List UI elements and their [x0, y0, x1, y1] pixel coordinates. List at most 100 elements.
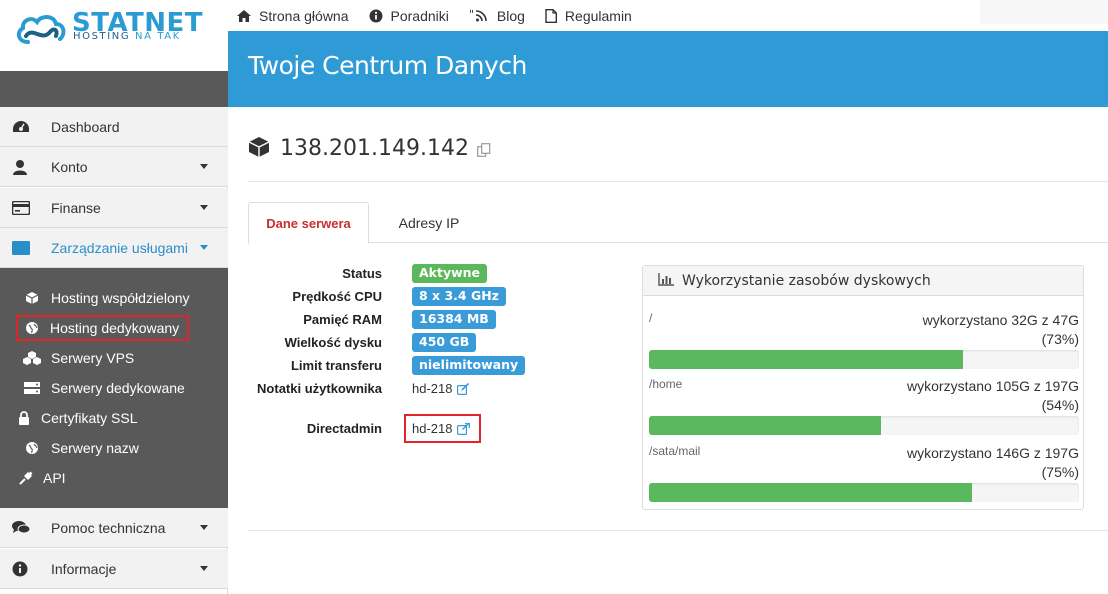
tab-adresy-ip[interactable]: Adresy IP [374, 202, 484, 244]
submenu-item-label: Serwery VPS [51, 350, 135, 366]
top-navigation: Strona główna Poradniki " Blog Regulamin [228, 0, 1108, 31]
panel-header: Wykorzystanie zasobów dyskowych [643, 266, 1083, 296]
info-circle-icon [369, 9, 383, 23]
sidebar-item-pomoc-techniczna[interactable]: Pomoc techniczna [0, 508, 228, 548]
server-icon [22, 382, 42, 394]
detail-row-disk: Wielkość dysku 450 GB [248, 333, 638, 352]
svg-text:": " [469, 9, 474, 21]
disk-progress-bar [649, 416, 1079, 435]
cube-icon [248, 136, 270, 161]
cpu-badge: 8 x 3.4 GHz [412, 287, 506, 306]
brand-tagline: HOSTING NA TAK [73, 31, 181, 42]
sidebar-item-zarzadzanie-uslugami[interactable]: Zarządzanie usługami [0, 228, 228, 268]
submenu-item-label: Hosting dedykowany [50, 320, 180, 336]
lock-icon [14, 411, 34, 425]
globe-icon [22, 321, 42, 335]
nav-link-regulamin[interactable]: Regulamin [545, 8, 632, 24]
tab-dane-serwera[interactable]: Dane serwera [248, 202, 369, 244]
user-icon [12, 159, 36, 175]
disk-usage-panel: Wykorzystanie zasobów dyskowych / wykorzy… [642, 265, 1084, 510]
submenu-item-certyfikaty-ssl[interactable]: Certyfikaty SSL [0, 406, 228, 430]
disk-usage-text: wykorzystano 105G z 197G (54%) [907, 377, 1079, 415]
nav-link-poradniki[interactable]: Poradniki [369, 8, 449, 24]
detail-row-ram: Pamięć RAM 16384 MB [248, 310, 638, 329]
detail-label: Notatki użytkownika [257, 381, 382, 396]
page-banner: Twoje Centrum Danych [228, 31, 1108, 107]
submenu-item-serwery-nazw[interactable]: Serwery nazw [0, 436, 228, 460]
sidebar-item-konto[interactable]: Konto [0, 147, 228, 187]
detail-label: Pamięć RAM [303, 312, 382, 327]
sidebar-band [0, 71, 228, 107]
detail-row-notes: Notatki użytkownika hd-218 [248, 380, 638, 397]
disk-usage-amount: wykorzystano 105G z 197G [907, 378, 1079, 394]
status-badge: Aktywne [412, 264, 488, 283]
divider [248, 530, 1108, 531]
globe-icon [22, 441, 42, 455]
sidebar-item-label: Finanse [51, 199, 101, 216]
info-circle-icon [12, 561, 36, 577]
page-title: Twoje Centrum Danych [248, 51, 527, 80]
disk-progress-bar [649, 350, 1079, 369]
disk-usage-percent: (73%) [1041, 331, 1079, 347]
server-tabs: Dane serwera Adresy IP [248, 202, 1108, 244]
disk-usage-text: wykorzystano 32G z 47G (73%) [923, 311, 1079, 349]
server-header: 138.201.149.142 [248, 136, 491, 161]
notes-value: hd-218 [412, 381, 453, 396]
cube-icon [22, 291, 42, 305]
caret-down-icon [200, 525, 208, 530]
sidebar-item-label: Zarządzanie usługami [51, 239, 188, 256]
caret-down-icon [200, 205, 208, 210]
sidebar-item-label: Dashboard [51, 118, 120, 135]
cloud-logo-icon [16, 15, 66, 44]
dashboard-icon [12, 120, 36, 134]
panel-title: Wykorzystanie zasobów dyskowych [682, 272, 931, 289]
logo[interactable]: STATNET HOSTING NA TAK [0, 0, 228, 71]
divider [248, 181, 1108, 182]
detail-label: Prędkość CPU [292, 289, 382, 304]
cubes-icon [22, 351, 42, 365]
services-submenu: Hosting współdzielony Hosting dedykowany… [0, 268, 228, 508]
sidebar-item-label: Informacje [51, 560, 117, 577]
home-icon [237, 9, 251, 22]
submenu-item-label: Serwery dedykowane [51, 380, 185, 396]
submenu-item-label: Serwery nazw [51, 440, 139, 456]
sidebar-item-informacje[interactable]: Informacje [0, 549, 228, 589]
submenu-item-api[interactable]: API [0, 466, 228, 490]
copy-icon[interactable] [477, 143, 491, 160]
disk-usage-amount: wykorzystano 146G z 197G [907, 445, 1079, 461]
edit-icon[interactable] [457, 382, 470, 395]
sidebar-item-dashboard[interactable]: Dashboard [0, 107, 228, 147]
disk-usage-text: wykorzystano 146G z 197G (75%) [907, 444, 1079, 482]
submenu-item-label: Hosting współdzielony [51, 290, 190, 306]
detail-row-transfer: Limit transferu nielimitowany [248, 356, 638, 375]
disk-progress-fill [649, 483, 972, 502]
nav-link-label: Regulamin [564, 7, 632, 24]
detail-row-cpu: Prędkość CPU 8 x 3.4 GHz [248, 287, 638, 306]
directadmin-highlight[interactable] [404, 414, 481, 443]
topnav-right-area [980, 0, 1108, 24]
submenu-item-serwery-dedykowane[interactable]: Serwery dedykowane [0, 376, 228, 400]
rss-icon: " [469, 9, 489, 22]
nav-link-label: Strona główna [259, 7, 349, 24]
detail-label: Limit transferu [290, 358, 382, 373]
disk-path: / [649, 311, 653, 325]
submenu-item-label: API [43, 470, 66, 486]
nav-link-strona-glowna[interactable]: Strona główna [237, 8, 349, 24]
server-ip: 138.201.149.142 [280, 136, 469, 161]
submenu-item-hosting-wspoldzielony[interactable]: Hosting współdzielony [0, 286, 228, 310]
file-icon [545, 8, 557, 23]
credit-card-icon [12, 200, 36, 215]
disk-usage-item: /home wykorzystano 105G z 197G (54%) [649, 377, 1079, 437]
disk-usage-item: /sata/mail wykorzystano 146G z 197G (75%) [649, 444, 1079, 504]
disk-path: /home [649, 377, 683, 391]
sidebar: STATNET HOSTING NA TAK Dashboard Konto F… [0, 0, 228, 594]
disk-progress-fill [649, 416, 882, 435]
submenu-item-serwery-vps[interactable]: Serwery VPS [0, 346, 228, 370]
sidebar-item-label: Konto [51, 158, 88, 175]
nav-link-label: Poradniki [390, 7, 449, 24]
bar-chart-icon [658, 272, 674, 289]
submenu-item-hosting-dedykowany[interactable]: Hosting dedykowany [16, 315, 189, 341]
sidebar-item-finanse[interactable]: Finanse [0, 188, 228, 228]
nav-link-blog[interactable]: " Blog [469, 8, 525, 24]
disk-progress-fill [649, 350, 963, 369]
